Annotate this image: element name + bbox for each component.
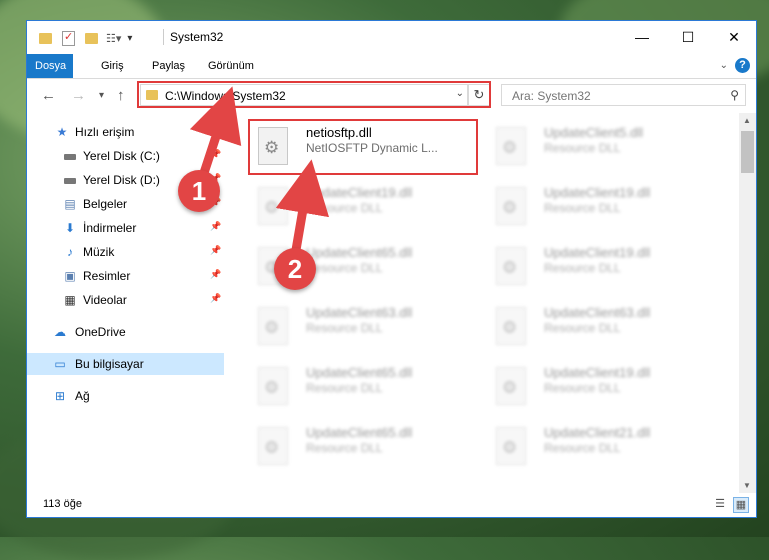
step-badge-1: 1 [178,170,220,212]
step-badge-2: 2 [274,248,316,290]
arrow-to-file [275,159,330,255]
annotation-arrows [189,86,330,255]
arrow-to-address-bar [189,86,242,181]
